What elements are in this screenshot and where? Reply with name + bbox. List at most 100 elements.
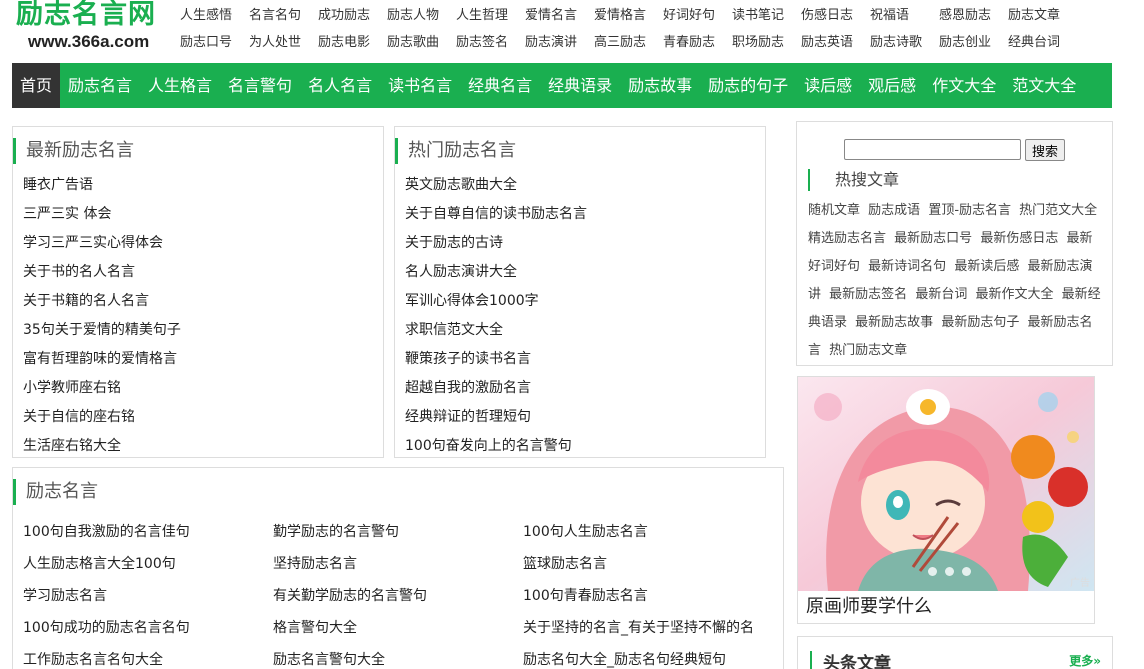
nav-item[interactable]: 励志的句子 (700, 63, 796, 108)
quote-link[interactable]: 坚持励志名言 (273, 548, 523, 580)
hot-article-link[interactable]: 随机文章 (808, 203, 860, 218)
hot-article-link[interactable]: 置顶-励志名言 (928, 203, 1011, 218)
quote-link[interactable]: 励志名言警句大全 (273, 644, 523, 669)
top-link[interactable]: 青春励志 (663, 31, 732, 50)
latest-quote-link[interactable]: 睡衣广告语 (23, 171, 383, 200)
top-link[interactable]: 读书笔记 (732, 4, 801, 23)
site-logo[interactable]: 励志名言网 www.366a.com (16, 0, 176, 56)
nav-item[interactable]: 人生格言 (140, 63, 220, 108)
top-link[interactable]: 人生哲理 (456, 4, 525, 23)
hot-article-link[interactable]: 最新励志句子 (941, 315, 1019, 330)
top-link[interactable]: 成功励志 (318, 4, 387, 23)
hot-article-link[interactable]: 热门励志文章 (829, 343, 907, 358)
search-button[interactable]: 搜索 (1024, 139, 1065, 161)
quote-link[interactable]: 励志名句大全_励志名句经典短句 (523, 644, 773, 669)
top-link[interactable]: 励志歌曲 (387, 31, 456, 50)
ad-banner[interactable]: 广告 原画师要学什么 (797, 376, 1095, 624)
top-link[interactable]: 经典台词 (1008, 31, 1077, 50)
nav-item[interactable]: 读书名言 (380, 63, 460, 108)
hot-quote-link[interactable]: 名人励志演讲大全 (405, 258, 765, 287)
nav-item[interactable]: 名人名言 (300, 63, 380, 108)
quote-link[interactable]: 格言警句大全 (273, 612, 523, 644)
nav-item[interactable]: 励志故事 (620, 63, 700, 108)
quote-link[interactable]: 学习励志名言 (23, 580, 273, 612)
top-link[interactable]: 高三励志 (594, 31, 663, 50)
top-link[interactable]: 励志演讲 (525, 31, 594, 50)
headline-more-link[interactable]: 更多» (1069, 652, 1101, 669)
top-link[interactable]: 名言名句 (249, 4, 318, 23)
quote-link[interactable]: 有关勤学励志的名言警句 (273, 580, 523, 612)
search-input[interactable] (843, 139, 1021, 160)
top-link[interactable]: 励志英语 (801, 31, 870, 50)
hot-quote-link[interactable]: 英文励志歌曲大全 (405, 171, 765, 200)
hot-quote-link[interactable]: 经典辩证的哲理短句 (405, 403, 765, 432)
nav-item[interactable]: 经典名言 (460, 63, 540, 108)
top-link[interactable]: 职场励志 (732, 31, 801, 50)
top-link[interactable]: 祝福语 (870, 4, 939, 23)
quote-link[interactable]: 篮球励志名言 (523, 548, 773, 580)
latest-quotes-title: 最新励志名言 (13, 138, 383, 164)
hot-article-link[interactable]: 励志成语 (868, 203, 920, 218)
top-link[interactable]: 为人处世 (249, 31, 318, 50)
hot-article-link[interactable]: 最新励志故事 (855, 315, 933, 330)
latest-quote-link[interactable]: 关于书的名人名言 (23, 258, 383, 287)
hot-quote-link[interactable]: 100句奋发向上的名言警句 (405, 432, 765, 457)
latest-quote-link[interactable]: 小学教师座右铭 (23, 374, 383, 403)
quote-link[interactable]: 工作励志名言名句大全 (23, 644, 273, 669)
hot-article-link[interactable]: 最新励志口号 (894, 231, 972, 246)
hot-article-link[interactable]: 最新读后感 (954, 259, 1019, 274)
hot-article-link[interactable]: 热门范文大全 (1019, 203, 1097, 218)
quote-link[interactable]: 100句成功的励志名言名句 (23, 612, 273, 644)
top-link[interactable]: 爱情格言 (594, 4, 663, 23)
hot-quote-link[interactable]: 军训心得体会1000字 (405, 287, 765, 316)
latest-quote-link[interactable]: 生活座右铭大全 (23, 432, 383, 457)
top-link[interactable]: 爱情名言 (525, 4, 594, 23)
hot-article-link[interactable]: 最新台词 (915, 287, 967, 302)
hot-quote-link[interactable]: 求职信范文大全 (405, 316, 765, 345)
hot-article-link[interactable]: 最新诗词名句 (868, 259, 946, 274)
hot-article-link[interactable]: 最新励志签名 (829, 287, 907, 302)
top-link[interactable]: 励志创业 (939, 31, 1008, 50)
quote-link[interactable]: 100句人生励志名言 (523, 516, 773, 548)
hot-quote-link[interactable]: 关于自尊自信的读书励志名言 (405, 200, 765, 229)
hot-article-link[interactable]: 最新伤感日志 (980, 231, 1058, 246)
hot-article-link[interactable]: 精选励志名言 (808, 231, 886, 246)
ad-carousel-dots[interactable] (928, 567, 971, 576)
quotes-grid: 100句自我激励的名言佳句 勤学励志的名言警句 100句人生励志名言人生励志格言大全… (13, 516, 783, 669)
top-link[interactable]: 励志诗歌 (870, 31, 939, 50)
nav-item[interactable]: 经典语录 (540, 63, 620, 108)
latest-quote-link[interactable]: 学习三严三实心得体会 (23, 229, 383, 258)
hot-quote-link[interactable]: 超越自我的激励名言 (405, 374, 765, 403)
nav-item[interactable]: 作文大全 (924, 63, 1004, 108)
latest-quote-link[interactable]: 三严三实 体会 (23, 200, 383, 229)
nav-item[interactable]: 首页 (12, 63, 61, 108)
top-link[interactable]: 励志人物 (387, 4, 456, 23)
hot-quote-link[interactable]: 关于励志的古诗 (405, 229, 765, 258)
top-link[interactable]: 伤感日志 (801, 4, 870, 23)
quote-link[interactable]: 勤学励志的名言警句 (273, 516, 523, 548)
nav-item[interactable]: 读后感 (796, 63, 860, 108)
top-link[interactable]: 人生感悟 (180, 4, 249, 23)
top-link[interactable]: 励志签名 (456, 31, 525, 50)
quote-link[interactable]: 人生励志格言大全100句 (23, 548, 273, 580)
nav-item[interactable]: 励志名言 (60, 63, 140, 108)
latest-quote-link[interactable]: 关于书籍的名人名言 (23, 287, 383, 316)
ad-caption[interactable]: 原画师要学什么 (798, 591, 1094, 623)
hot-quote-link[interactable]: 鞭策孩子的读书名言 (405, 345, 765, 374)
top-link[interactable]: 励志电影 (318, 31, 387, 50)
top-link[interactable]: 感恩励志 (939, 4, 1008, 23)
quote-link[interactable]: 100句自我激励的名言佳句 (23, 516, 273, 548)
top-link[interactable]: 励志口号 (180, 31, 249, 50)
quote-link[interactable]: 关于坚持的名言_有关于坚持不懈的名 (523, 612, 773, 644)
latest-quote-link[interactable]: 富有哲理韵味的爱情格言 (23, 345, 383, 374)
latest-quote-link[interactable]: 35句关于爱情的精美句子 (23, 316, 383, 345)
top-link[interactable]: 励志文章 (1008, 4, 1077, 23)
latest-quote-link[interactable]: 关于自信的座右铭 (23, 403, 383, 432)
nav-item[interactable]: 范文大全 (1004, 63, 1084, 108)
top-link[interactable]: 好词好句 (663, 4, 732, 23)
nav-item[interactable]: 观后感 (860, 63, 924, 108)
hot-article-link[interactable]: 最新作文大全 (975, 287, 1053, 302)
headline-title: 头条文章 (810, 649, 891, 669)
nav-item[interactable]: 名言警句 (220, 63, 300, 108)
quote-link[interactable]: 100句青春励志名言 (523, 580, 773, 612)
